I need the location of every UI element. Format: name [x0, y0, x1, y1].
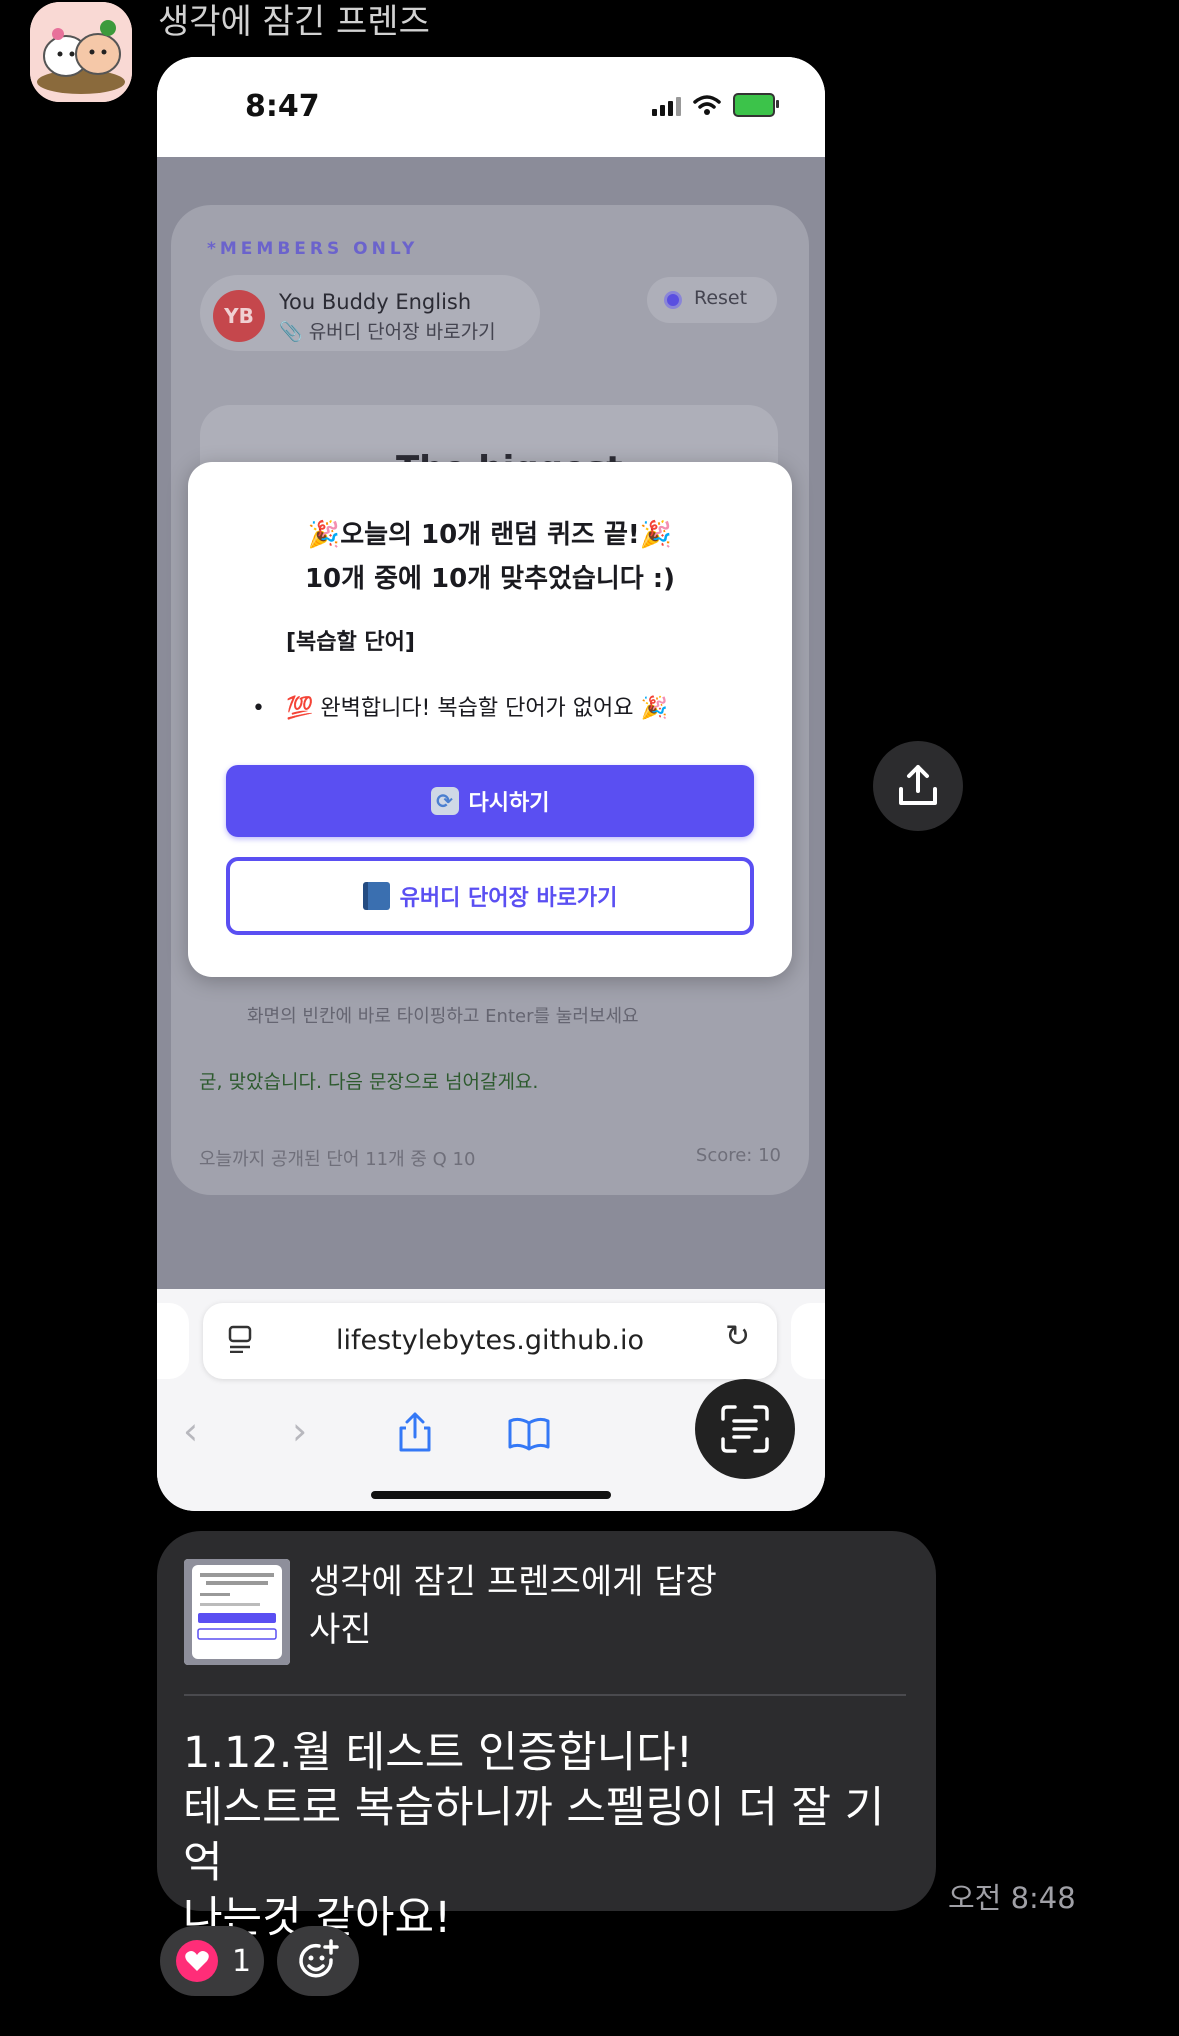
- wifi-icon: [693, 95, 721, 115]
- retry-button[interactable]: ⟳ 다시하기: [226, 765, 754, 837]
- review-item-text: 💯 완벽합니다! 복습할 단어가 없어요 🎉: [285, 696, 668, 721]
- message-timestamp: 오전 8:48: [948, 1881, 1076, 1915]
- review-heading: [복습할 단어]: [286, 630, 415, 655]
- sender-avatar[interactable]: [30, 2, 132, 102]
- message-line: 1.12.월 테스트 인증합니다!: [183, 1728, 694, 1778]
- typing-hint: 화면의 빈칸에 바로 타이핑하고 Enter를 눌러보세요: [247, 1006, 639, 1027]
- status-clock: 8:47: [245, 89, 320, 124]
- profile-link[interactable]: 📎 유버디 단어장 바로가기: [279, 317, 496, 344]
- sender-name: 생각에 잠긴 프렌즈: [158, 2, 430, 42]
- reply-subtitle: 사진: [309, 1610, 372, 1650]
- bookmarks-icon[interactable]: [507, 1417, 551, 1455]
- live-text-scan-button[interactable]: [695, 1379, 795, 1479]
- profile-avatar: YB: [213, 290, 265, 342]
- back-icon[interactable]: ‹: [183, 1409, 198, 1453]
- result-modal: 🎉오늘의 10개 랜덤 퀴즈 끝!🎉 10개 중에 10개 맞추었습니다 :) …: [188, 462, 792, 977]
- prev-tab-edge[interactable]: [157, 1303, 189, 1379]
- add-emoji-icon: [299, 1939, 339, 1978]
- forward-icon[interactable]: ›: [292, 1409, 307, 1453]
- reload-icon[interactable]: ↻: [725, 1319, 750, 1354]
- reply-divider: [184, 1694, 906, 1696]
- reply-thumbnail[interactable]: [184, 1559, 290, 1665]
- heart-icon: [176, 1940, 218, 1982]
- url-text: lifestylebytes.github.io: [335, 1325, 645, 1356]
- status-icons: [652, 93, 779, 117]
- add-reaction-button[interactable]: [277, 1926, 359, 1996]
- members-only-label: *MEMBERS ONLY: [207, 239, 419, 259]
- reset-label: Reset: [694, 287, 748, 309]
- signal-icon: [652, 94, 681, 116]
- retry-label: 다시하기: [468, 791, 550, 816]
- reply-title: 생각에 잠긴 프렌즈에게 답장: [309, 1562, 717, 1602]
- battery-icon: [733, 93, 779, 117]
- book-icon: [362, 882, 390, 910]
- progress-text: 오늘까지 공개된 단어 11개 중 Q 10: [199, 1149, 476, 1170]
- share-icon[interactable]: [397, 1411, 433, 1457]
- message-text: 1.12.월 테스트 인증합니다! 테스트로 복습하니까 스펠링이 더 잘 기억…: [183, 1726, 923, 1946]
- home-indicator: [371, 1491, 611, 1499]
- score-text: Score: 10: [695, 1145, 781, 1166]
- heart-reaction[interactable]: 1: [160, 1926, 264, 1996]
- upload-icon: [899, 765, 937, 805]
- shared-screenshot[interactable]: 8:47 *MEMBERS ONLY YB You Buddy English …: [157, 57, 825, 1511]
- scan-text-icon: [721, 1405, 769, 1453]
- review-list-item: • 💯 완벽합니다! 복습할 단어가 없어요 🎉: [252, 696, 668, 721]
- reaction-count: 1: [232, 1943, 252, 1979]
- vocab-link-label: 유버디 단어장 바로가기: [399, 886, 618, 911]
- modal-subtitle: 10개 중에 10개 맞추었습니다 :): [304, 564, 676, 594]
- message-line: 테스트로 복습하니까 스펠링이 더 잘 기억: [183, 1783, 885, 1888]
- modal-title: 🎉오늘의 10개 랜덤 퀴즈 끝!🎉: [307, 520, 673, 550]
- reset-dot-icon: [664, 291, 682, 309]
- feedback-text: 굳, 맞았습니다. 다음 문장으로 넘어갈게요.: [199, 1071, 539, 1093]
- vocab-link-button[interactable]: 유버디 단어장 바로가기: [226, 857, 754, 935]
- profile-name: You Buddy English: [279, 290, 472, 314]
- next-tab-edge[interactable]: [791, 1303, 825, 1379]
- share-button[interactable]: [873, 741, 963, 831]
- refresh-icon: ⟳: [430, 787, 459, 815]
